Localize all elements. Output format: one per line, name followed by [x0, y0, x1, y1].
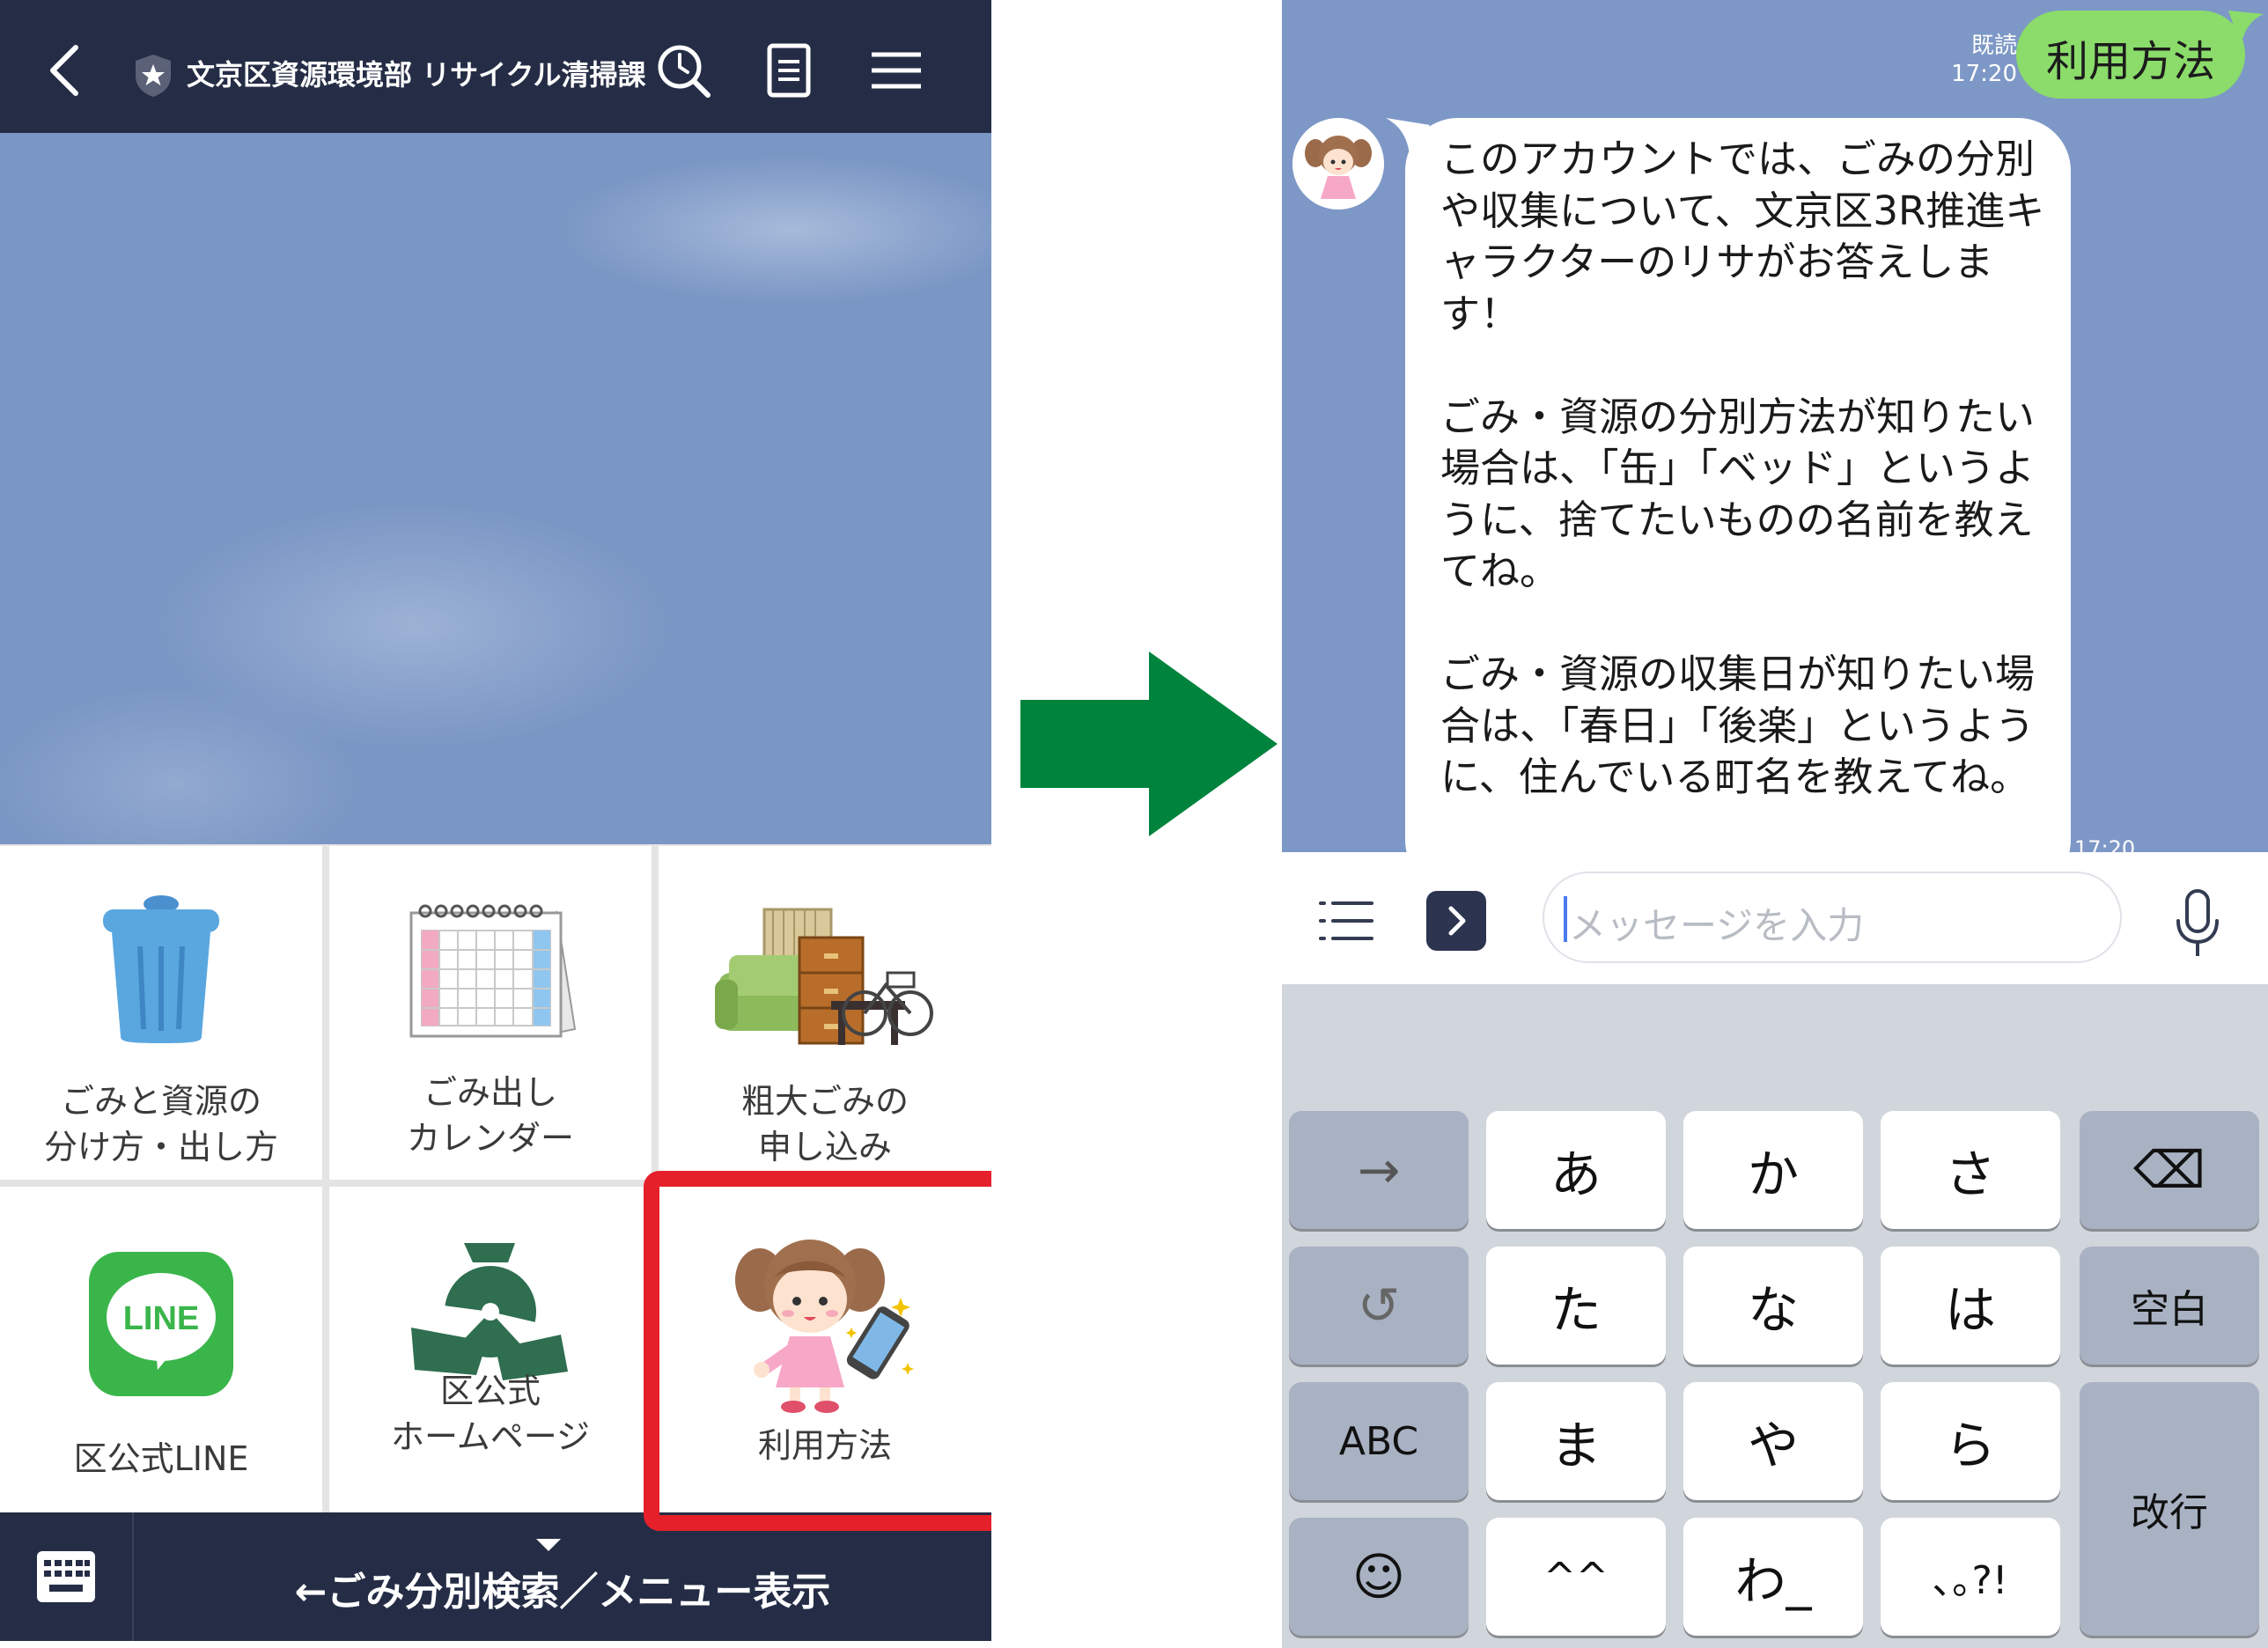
key-sa[interactable]: さ — [1881, 1111, 2060, 1229]
line-logo-text: LINE — [123, 1300, 200, 1337]
key-a[interactable]: あ — [1486, 1111, 1666, 1229]
bot-avatar[interactable] — [1292, 118, 1384, 210]
line-app-icon: LINE — [89, 1252, 233, 1396]
key-kaomoji[interactable]: ^^ — [1486, 1518, 1666, 1636]
right-phone-screen: 既読 17:20 利用方法 このアカウントでは、ごみの分別や収集について、文京区… — [1282, 0, 2268, 1648]
text-caret — [1564, 896, 1567, 942]
menu-item-label: ごみと資源の 分け方・出し方 — [43, 1082, 278, 1166]
key-ha[interactable]: は — [1881, 1247, 2060, 1365]
message-input-bar: メッセージを入力 — [1282, 852, 2268, 984]
menu-item-label: ごみ出し カレンダー — [406, 1073, 574, 1158]
menu-item-label: 区公式LINE — [73, 1439, 249, 1478]
microphone-icon[interactable] — [2171, 887, 2224, 961]
read-receipt: 既読 17:20 — [1916, 32, 2017, 88]
chat-background — [0, 133, 991, 844]
bulky-waste-icon — [715, 908, 933, 1045]
left-phone-screen: 文京区資源環境部 リサイクル清掃課 ごみと資源の 分け方・出し方 ごみ出し カレ… — [0, 0, 991, 1641]
back-chevron-icon[interactable] — [35, 39, 99, 102]
key-ta[interactable]: た — [1486, 1247, 1666, 1365]
key-abc[interactable]: ABC — [1289, 1382, 1469, 1500]
key-space[interactable]: 空白 — [2080, 1247, 2259, 1365]
input-placeholder: メッセージを入力 — [1569, 904, 1865, 947]
emoji-icon: ☺ — [1351, 1547, 1406, 1607]
key-backspace[interactable]: ⌫ — [2080, 1111, 2259, 1229]
key-undo[interactable]: ↺ — [1289, 1247, 1469, 1365]
received-time: 17:20 — [2074, 836, 2136, 852]
key-ma[interactable]: ま — [1486, 1382, 1666, 1500]
message-input[interactable]: メッセージを入力 — [1543, 872, 2122, 963]
keyboard-icon[interactable] — [35, 1549, 97, 1604]
menu-item-calendar[interactable]: ごみ出し カレンダー — [329, 846, 652, 1180]
japanese-keyboard: → あ か さ ⌫ ↺ た な は 空白 ABC ま や ら 改行 ☺ ^^ わ… — [1282, 984, 2268, 1648]
sent-message-text: 利用方法 — [2045, 37, 2215, 86]
bubble-tail — [1386, 118, 1430, 162]
calendar-icon — [409, 904, 577, 1038]
sent-time: 17:20 — [1951, 61, 2017, 87]
menu-item-label: 粗大ごみの 申し込み — [740, 1082, 909, 1166]
chat-area[interactable]: 既読 17:20 利用方法 このアカウントでは、ごみの分別や収集について、文京区… — [1282, 0, 2268, 852]
account-title: 文京区資源環境部 リサイクル清掃課 — [187, 58, 646, 92]
menu-list-icon[interactable] — [1317, 896, 1375, 945]
key-emoji[interactable]: ☺ — [1289, 1518, 1469, 1636]
search-clock-icon[interactable] — [652, 39, 715, 102]
collapse-triangle-icon — [536, 1539, 561, 1551]
key-return[interactable]: 改行 — [2080, 1382, 2259, 1636]
rich-menu-toggle-bar[interactable]: ←ごみ分別検索／メニュー表示 — [0, 1512, 991, 1641]
trash-can-icon — [103, 895, 219, 1043]
received-message-text: このアカウントでは、ごみの分別や収集について、文京区3R推進キャラクターのリサが… — [1440, 136, 2045, 800]
key-wa[interactable]: わ_ — [1683, 1518, 1863, 1636]
menu-toggle-label: ←ごみ分別検索／メニュー表示 — [294, 1570, 831, 1615]
key-ka[interactable]: か — [1683, 1111, 1863, 1229]
chevron-right-icon[interactable] — [1426, 891, 1486, 951]
highlight-box — [644, 1171, 991, 1531]
transition-arrow-icon — [1020, 651, 1278, 836]
shield-star-icon — [136, 55, 171, 97]
menu-item-sorting-guide[interactable]: ごみと資源の 分け方・出し方 — [0, 846, 322, 1180]
key-ra[interactable]: ら — [1881, 1382, 2060, 1500]
undo-icon: ↺ — [1357, 1276, 1401, 1335]
menu-item-official-line[interactable]: LINE 区公式LINE — [0, 1187, 322, 1512]
backspace-icon: ⌫ — [2132, 1140, 2205, 1200]
read-status: 既読 — [1970, 33, 2017, 59]
key-na[interactable]: な — [1683, 1247, 1863, 1365]
ward-emblem-icon — [411, 1243, 568, 1380]
notes-icon[interactable] — [757, 39, 821, 102]
hamburger-menu-icon[interactable] — [865, 39, 928, 102]
menu-item-label: 区公式 ホームページ — [390, 1372, 591, 1456]
key-punctuation[interactable]: ､｡?! — [1881, 1518, 2060, 1636]
key-ya[interactable]: や — [1683, 1382, 1863, 1500]
menu-item-bulky-waste[interactable]: 粗大ごみの 申し込み — [659, 846, 991, 1180]
menu-item-official-homepage[interactable]: 区公式 ホームページ — [329, 1187, 652, 1512]
key-arrow-next[interactable]: → — [1289, 1111, 1469, 1229]
chat-header: 文京区資源環境部 リサイクル清掃課 — [0, 0, 991, 133]
